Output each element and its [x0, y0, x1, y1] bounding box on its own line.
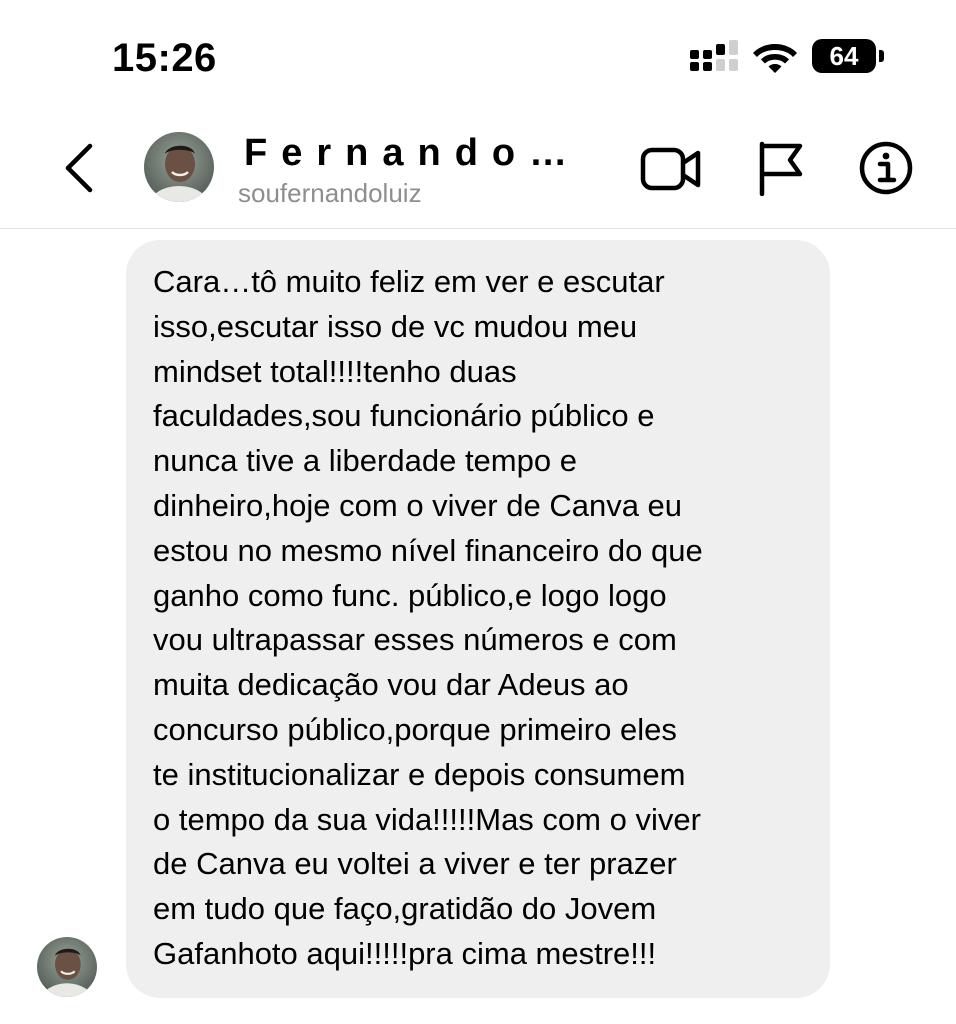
- message-text: Cara…tô muito feliz em ver e escutar iss…: [153, 264, 703, 971]
- chat-header: Fernando… soufernandoluiz: [0, 110, 956, 229]
- message-bubble[interactable]: Cara…tô muito feliz em ver e escutar iss…: [126, 240, 830, 998]
- wifi-icon: [753, 44, 797, 73]
- cellular-signal-icon: [690, 40, 738, 71]
- battery-level: 64: [812, 39, 876, 73]
- info-icon[interactable]: [858, 140, 914, 196]
- sender-avatar[interactable]: [37, 937, 97, 997]
- profile-photo: [144, 132, 214, 202]
- chevron-left-icon[interactable]: [56, 140, 104, 196]
- contact-name[interactable]: Fernando…: [244, 132, 581, 175]
- contact-username[interactable]: soufernandoluiz: [238, 178, 422, 209]
- flag-icon[interactable]: [756, 140, 806, 196]
- battery-tip: [879, 50, 884, 62]
- video-camera-icon[interactable]: [640, 144, 702, 194]
- sender-profile-photo: [37, 937, 97, 997]
- avatar[interactable]: [144, 132, 214, 202]
- status-time: 15:26: [112, 36, 217, 80]
- status-bar: 15:26 64: [0, 0, 956, 110]
- battery-indicator: 64: [812, 39, 884, 75]
